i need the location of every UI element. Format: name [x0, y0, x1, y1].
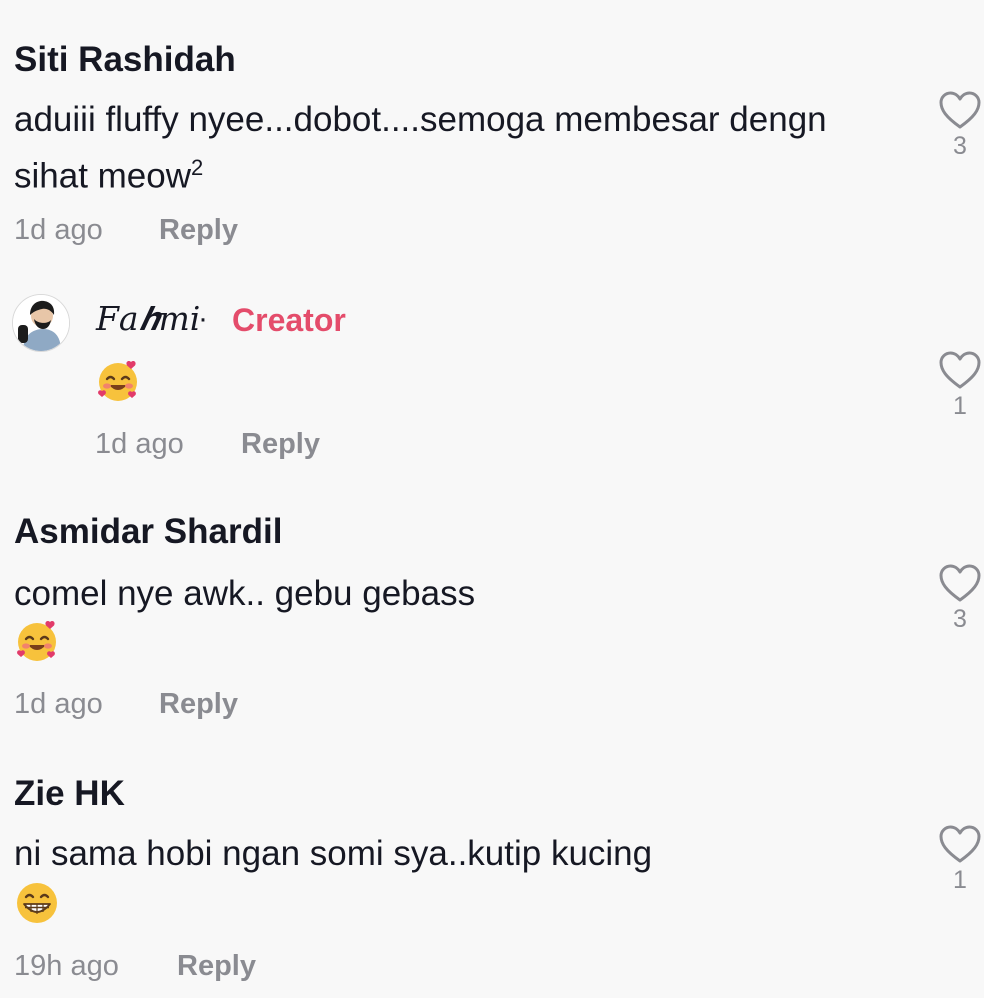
separator-dot: ·	[198, 302, 208, 335]
reply-button[interactable]: Reply	[177, 950, 256, 983]
like-count: 1	[953, 392, 967, 420]
comment-text-segment: sihat meow	[14, 156, 192, 196]
like-button[interactable]: 3	[936, 90, 984, 161]
comment-text: comel nye awk.. gebu gebass	[14, 574, 476, 613]
like-count: 1	[953, 866, 967, 894]
comment-text-line: sihat meow2	[14, 144, 827, 201]
comment-username[interactable]: 𝐹𝑎𝒉𝑚𝑖	[96, 299, 200, 339]
comment-text: ni sama hobi ngan somi sya..kutip kucing	[14, 834, 653, 873]
creator-badge: Creator	[232, 302, 346, 338]
avatar-illustration-icon	[13, 295, 69, 351]
comment-username[interactable]: Asmidar Shardil	[14, 512, 282, 552]
comment-timestamp: 1d ago	[14, 214, 103, 246]
like-button[interactable]: 3	[936, 563, 984, 634]
reply-button[interactable]: Reply	[159, 214, 238, 247]
smiling-face-with-hearts-icon	[98, 360, 137, 401]
comment-timestamp: 19h ago	[14, 950, 119, 982]
comment-username[interactable]: Zie HK	[14, 774, 125, 814]
smiling-face-with-hearts-icon	[17, 620, 56, 661]
like-button[interactable]: 1	[936, 350, 984, 421]
like-button[interactable]: 1	[936, 824, 984, 895]
comment-username[interactable]: Siti Rashidah	[14, 40, 236, 80]
heart-icon	[939, 351, 981, 389]
reply-button[interactable]: Reply	[241, 428, 320, 461]
heart-icon	[939, 564, 981, 602]
like-count: 3	[953, 605, 967, 633]
like-count: 3	[953, 132, 967, 160]
comment-text-superscript: 2	[191, 155, 204, 180]
grinning-face-icon	[17, 883, 57, 923]
avatar[interactable]	[12, 294, 70, 352]
comment-text-line: aduiii fluffy nyee...dobot....semoga mem…	[14, 100, 827, 139]
comment-text: aduiii fluffy nyee...dobot....semoga mem…	[14, 96, 827, 201]
reply-button[interactable]: Reply	[159, 688, 238, 721]
heart-icon	[939, 825, 981, 863]
heart-icon	[939, 91, 981, 129]
comment-timestamp: 1d ago	[14, 688, 103, 720]
comment-timestamp: 1d ago	[95, 428, 184, 460]
